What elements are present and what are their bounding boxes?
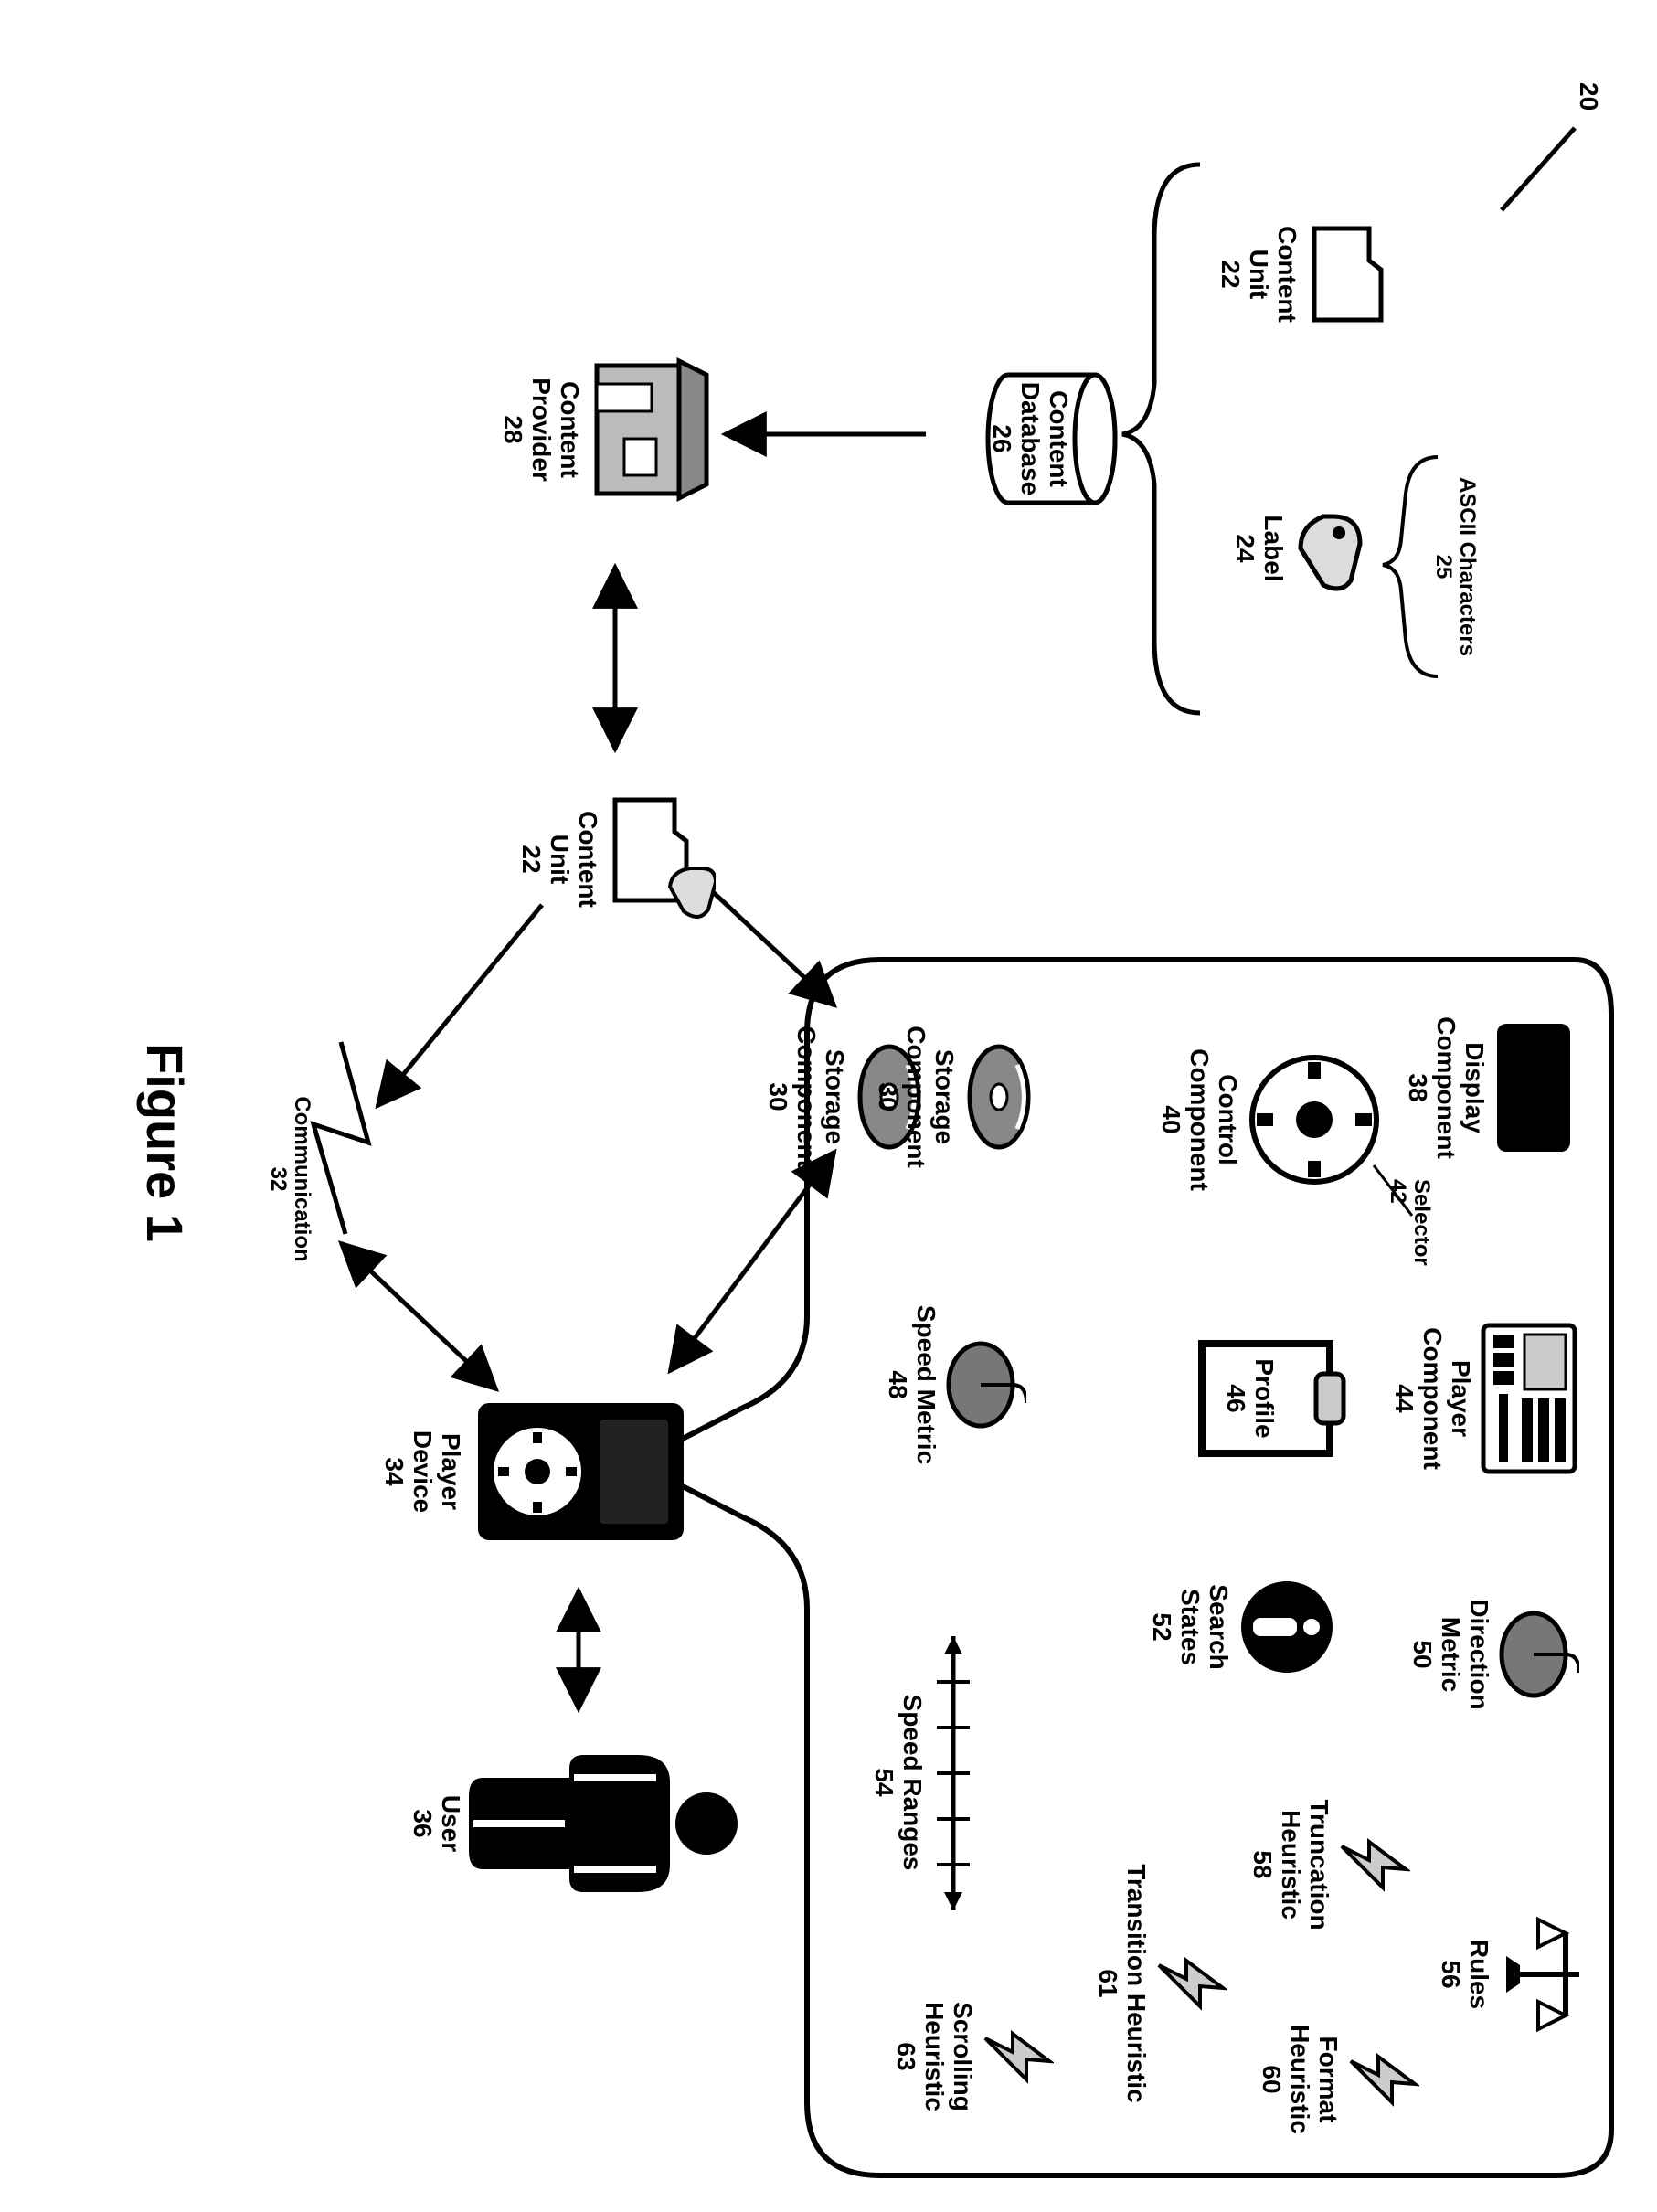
text: Player Device bbox=[409, 1430, 465, 1513]
lightning-icon bbox=[981, 2015, 1054, 2098]
text: Label bbox=[1259, 515, 1288, 581]
format-heuristic: Format Heuristic60 bbox=[1258, 1983, 1419, 2175]
mouse-icon bbox=[944, 1330, 1026, 1440]
ref-num: 40 bbox=[1157, 1105, 1185, 1133]
text: Content Unit bbox=[546, 811, 602, 908]
ref-num: 28 bbox=[499, 415, 527, 443]
speed-metric: Speed Metric48 bbox=[883, 1280, 1026, 1490]
text: Content Provider bbox=[527, 378, 584, 482]
ascii-characters-label: ASCII Characters 25 bbox=[1430, 439, 1479, 695]
ref-num: 38 bbox=[1404, 1073, 1432, 1101]
disc-icon bbox=[962, 1042, 1036, 1152]
text: Transition Heuristic bbox=[1122, 1864, 1151, 2102]
text: Storage Component bbox=[792, 1026, 849, 1168]
player-component: Player Component44 bbox=[1390, 1289, 1579, 1508]
ref-num: 32 bbox=[266, 1167, 291, 1192]
communication: Communication 32 bbox=[265, 1051, 313, 1307]
text: Rules bbox=[1465, 1940, 1493, 2009]
ref-num: 58 bbox=[1248, 1850, 1277, 1878]
ref-num: 54 bbox=[870, 1768, 898, 1796]
ref-num: 36 bbox=[409, 1809, 437, 1837]
ref-num: 24 bbox=[1231, 534, 1259, 562]
content-unit: Content Unit22 bbox=[1216, 183, 1392, 366]
ref-num: 46 bbox=[1222, 1384, 1250, 1412]
ref-num: 63 bbox=[892, 2042, 920, 2070]
content-unit-2: Content Unit22 bbox=[517, 759, 716, 960]
ref-num: 48 bbox=[884, 1370, 912, 1398]
folder-tag-icon bbox=[606, 791, 716, 928]
click-wheel-icon bbox=[1246, 1051, 1383, 1188]
text: Storage Component bbox=[902, 1026, 959, 1168]
lightning-icon bbox=[1346, 2038, 1419, 2121]
lightning-icon bbox=[1337, 1824, 1410, 1906]
text: Truncation Heuristic bbox=[1277, 1799, 1333, 1930]
ref-num: 61 bbox=[1094, 1969, 1122, 1997]
text: Scrolling Heuristic bbox=[920, 2002, 977, 2111]
content-provider: Content Provider28 bbox=[499, 311, 716, 548]
text: Communication bbox=[290, 1096, 314, 1261]
media-player-icon bbox=[1479, 1321, 1579, 1476]
lightning-icon bbox=[1154, 1942, 1227, 2025]
text: Speed Ranges bbox=[898, 1695, 927, 1871]
ref-num: 30 bbox=[874, 1082, 902, 1111]
transition-heuristic: Transition Heuristic61 bbox=[1093, 1819, 1227, 2148]
ref-num: 22 bbox=[1216, 260, 1245, 288]
search-states: Search States52 bbox=[1148, 1536, 1337, 1718]
display-component: Display Component38 bbox=[1404, 983, 1575, 1193]
player-device: Player Device34 bbox=[380, 1371, 688, 1572]
text: Speed Metric bbox=[912, 1305, 940, 1464]
ref-num: 34 bbox=[380, 1457, 409, 1485]
text: User bbox=[437, 1795, 465, 1852]
storage-component-2: Storage Component30 bbox=[874, 987, 1036, 1207]
store-icon bbox=[588, 352, 716, 507]
text: Format Heuristic bbox=[1286, 2025, 1343, 2134]
person-icon bbox=[469, 1732, 743, 1915]
content-database: Content Database26 bbox=[988, 329, 1118, 548]
user: User36 bbox=[408, 1718, 743, 1929]
ref-num: 52 bbox=[1148, 1612, 1176, 1641]
text: Direction Metric bbox=[1437, 1599, 1493, 1709]
ref-num: 30 bbox=[764, 1082, 792, 1111]
info-icon bbox=[1237, 1577, 1337, 1677]
scales-icon bbox=[1497, 1915, 1588, 2034]
text: Profile bbox=[1250, 1358, 1279, 1438]
ref-num: 42 bbox=[1386, 1179, 1410, 1204]
text: Search States bbox=[1176, 1584, 1233, 1669]
ref-num: 26 bbox=[988, 424, 1016, 452]
mouse-icon bbox=[1497, 1600, 1579, 1709]
speed-ranges: Speed Ranges 54 bbox=[869, 1664, 926, 1901]
screen-icon bbox=[1492, 1019, 1575, 1156]
ref-num: 56 bbox=[1437, 1960, 1465, 1988]
text: Display Component bbox=[1432, 1016, 1489, 1159]
scrolling-heuristic: Scrolling Heuristic63 bbox=[892, 1956, 1054, 2157]
text: Content Unit bbox=[1245, 226, 1301, 323]
text: Player Component bbox=[1418, 1327, 1475, 1470]
text: ASCII Characters bbox=[1455, 477, 1480, 656]
text: Content Database bbox=[1016, 382, 1073, 496]
figure-caption: Figure 1 bbox=[135, 960, 195, 1325]
folder-icon bbox=[1305, 219, 1392, 329]
mp3-player-icon bbox=[469, 1394, 688, 1549]
text: Control Component bbox=[1185, 1048, 1242, 1191]
ref-num: 50 bbox=[1408, 1640, 1437, 1668]
text: Selector bbox=[1409, 1179, 1434, 1266]
direction-metric: Direction Metric50 bbox=[1408, 1554, 1579, 1755]
truncation-heuristic: Truncation Heuristic58 bbox=[1248, 1764, 1410, 1965]
label-node: Label24 bbox=[1230, 457, 1374, 640]
profile: Profile46 bbox=[1221, 1307, 1346, 1490]
rules: Rules56 bbox=[1436, 1892, 1588, 2057]
ref-num: 60 bbox=[1258, 2065, 1286, 2093]
tag-icon bbox=[1291, 498, 1374, 599]
figure-ref: 20 bbox=[1574, 82, 1602, 111]
ref-num: 44 bbox=[1390, 1384, 1418, 1412]
control-component: Control Component40 bbox=[1157, 1015, 1383, 1225]
ref-num: 25 bbox=[1431, 555, 1456, 580]
ref-num: 22 bbox=[517, 845, 546, 873]
